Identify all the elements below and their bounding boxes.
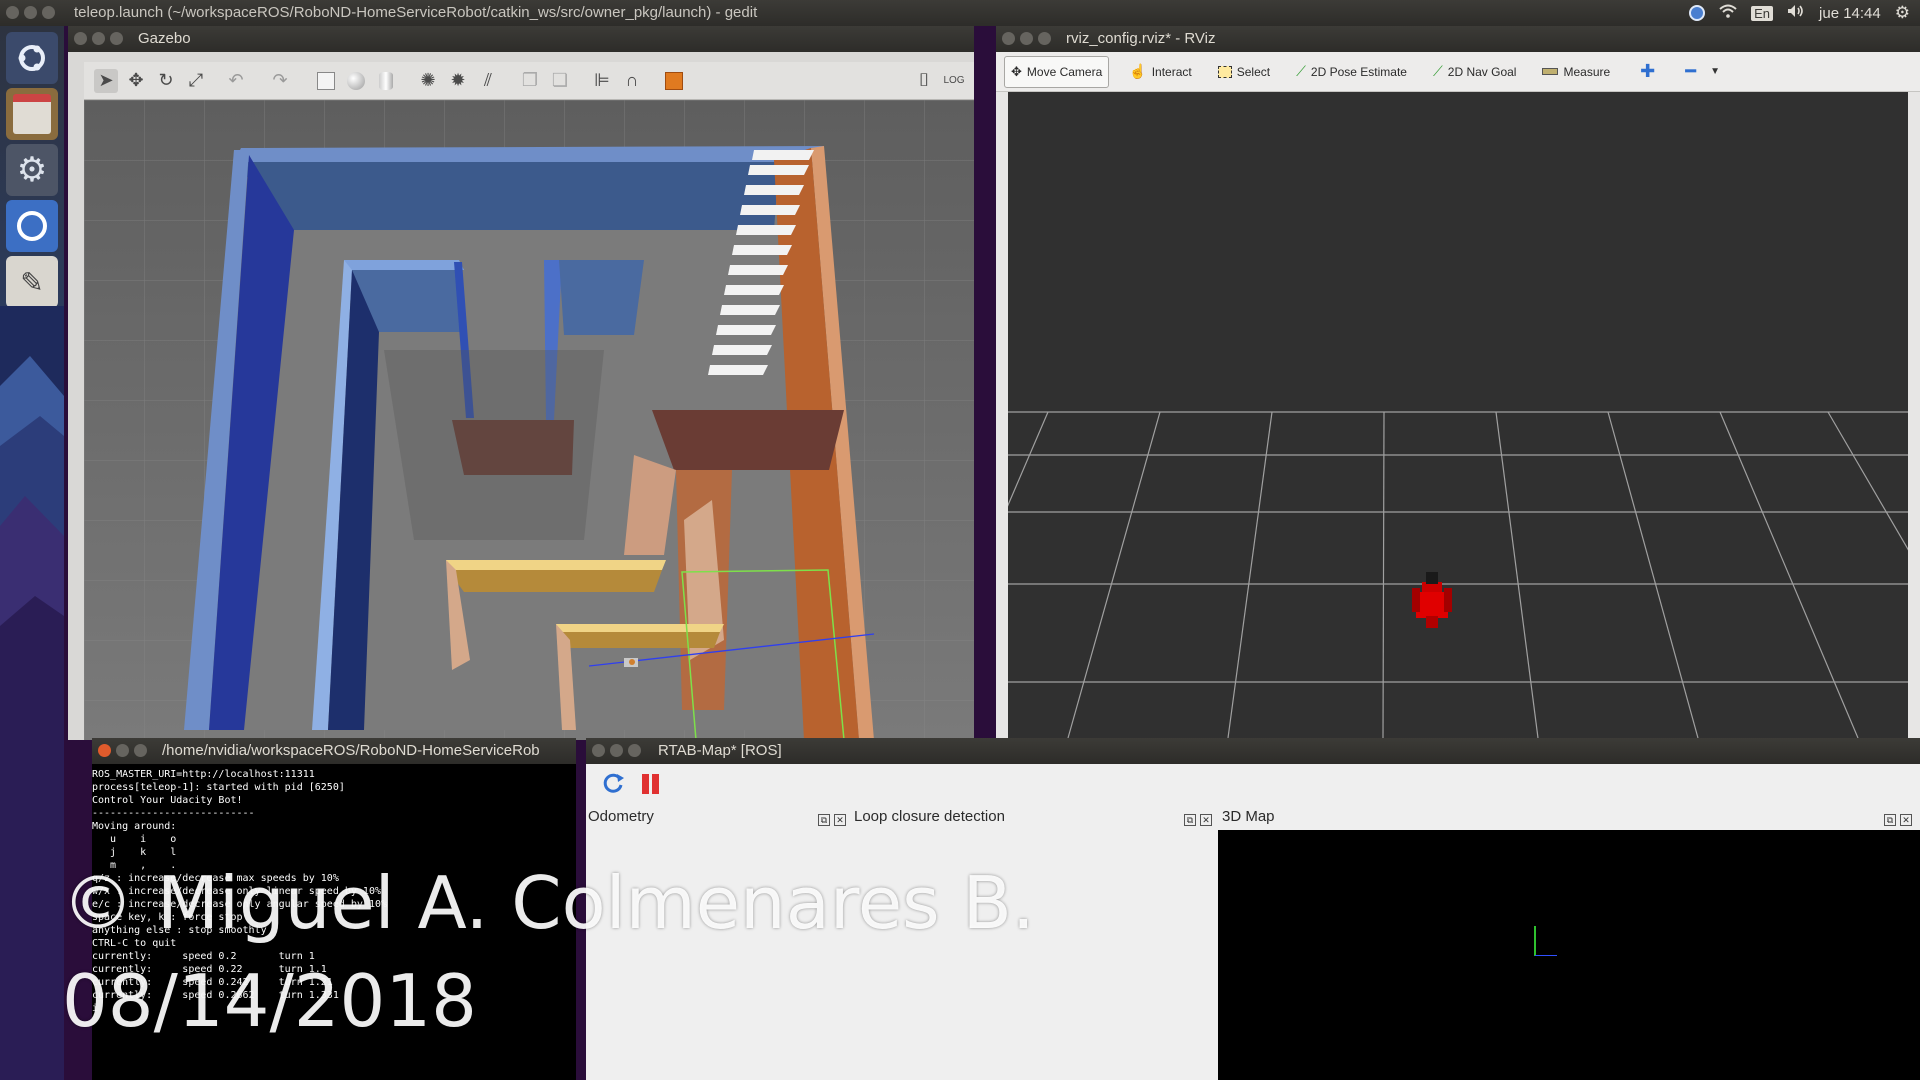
terminal-line: Control Your Udacity Bot! — [92, 795, 243, 806]
terminal-line: u i o — [92, 834, 177, 845]
directional-light-icon[interactable]: ⫽ — [476, 69, 500, 93]
rviz-titlebar[interactable]: rviz_config.rviz* - RViz — [996, 26, 1920, 52]
select-tool[interactable]: Select — [1212, 57, 1276, 87]
select-arrow-icon[interactable]: ➤ — [94, 68, 118, 93]
wallpaper-strip — [0, 306, 64, 1080]
chromium-indicator-icon[interactable] — [1689, 5, 1706, 21]
map3d-pane-controls: ⧉ ✕ — [1880, 810, 1912, 828]
nav-goal-tool[interactable]: ⟋ 2D Nav Goal — [1427, 57, 1523, 87]
terminal-title: /home/nvidia/workspaceROS/RoboND-HomeSer… — [162, 742, 540, 759]
select-icon — [1217, 65, 1232, 78]
close-icon[interactable]: ✕ — [1200, 814, 1212, 826]
measure-icon — [1542, 68, 1559, 75]
interact-tool[interactable]: ☝ Interact — [1123, 57, 1197, 87]
volume-icon[interactable] — [1787, 4, 1805, 22]
rviz-toolbar: ✥ Move Camera ☝ Interact Select ⟋ 2D Pos… — [996, 52, 1920, 92]
rviz-robot-model — [1412, 572, 1452, 628]
move-camera-tool[interactable]: ✥ Move Camera — [1004, 55, 1110, 88]
maximize-window-button[interactable] — [42, 6, 55, 19]
gazebo-title: Gazebo — [138, 30, 191, 47]
files-icon[interactable] — [6, 88, 58, 140]
loop-closure-pane-controls: ⧉ ✕ — [1180, 810, 1212, 828]
float-icon[interactable]: ⧉ — [1884, 814, 1896, 826]
window-title: teleop.launch (~/workspaceROS/RoboND-Hom… — [74, 4, 758, 21]
indicator-area: En jue 14:44 ⚙ — [1689, 0, 1920, 26]
terminal-line: ROS_MASTER_URI=http://localhost:11311 — [92, 769, 315, 780]
translate-icon[interactable]: ✥ — [124, 69, 148, 93]
launcher: ⚙ ✎ — [0, 26, 64, 1080]
settings-icon[interactable]: ⚙ — [6, 144, 58, 196]
terminal-titlebar[interactable]: /home/nvidia/workspaceROS/RoboND-HomeSer… — [92, 738, 576, 764]
watermark-copyright: © Miguel A. Colmenares B. — [62, 861, 1035, 945]
rtabmap-title: RTAB-Map* [ROS] — [658, 742, 782, 759]
terminal-line: Moving around: — [92, 821, 177, 832]
gear-icon[interactable]: ⚙ — [1895, 3, 1910, 23]
cylinder-icon[interactable] — [374, 69, 398, 93]
pause-icon[interactable] — [640, 772, 662, 796]
point-light-icon[interactable]: ✺ — [416, 69, 440, 93]
copy-icon[interactable]: ❐ — [518, 69, 542, 93]
map3d-pane-title: 3D Map — [1222, 808, 1275, 825]
rviz-title: rviz_config.rviz* - RViz — [1066, 30, 1216, 47]
box-icon[interactable] — [314, 69, 338, 93]
terminal-line: process[teleop-1]: started with pid [625… — [92, 782, 345, 793]
wifi-icon[interactable] — [1719, 4, 1737, 22]
rviz-3d-viewport[interactable] — [1008, 92, 1908, 738]
change-view-icon[interactable] — [662, 69, 686, 93]
paste-icon[interactable]: ❏ — [548, 69, 572, 93]
log-icon[interactable]: LOG — [942, 69, 966, 93]
add-tool-icon[interactable]: ✚ — [1640, 61, 1655, 82]
rotate-icon[interactable]: ↻ — [154, 69, 178, 93]
remove-tool-icon[interactable]: ━ — [1685, 61, 1696, 82]
close-icon[interactable]: ✕ — [1900, 814, 1912, 826]
interact-icon: ☝ — [1129, 63, 1147, 79]
terminal-line: --------------------------- — [92, 808, 255, 819]
gazebo-3d-viewport[interactable] — [84, 100, 974, 740]
watermark-date: 08/14/2018 — [62, 959, 477, 1043]
measure-tool[interactable]: Measure — [1536, 57, 1616, 87]
refresh-icon[interactable] — [600, 770, 630, 800]
map3d-viewport[interactable] — [1218, 830, 1920, 1080]
undo-icon[interactable]: ↶ — [224, 69, 248, 93]
pose-estimate-icon: ⟋ — [1296, 63, 1306, 79]
scale-icon[interactable]: ⤢ — [184, 69, 208, 93]
text-editor-icon[interactable]: ✎ — [6, 256, 58, 308]
rviz-right-dock — [1908, 92, 1920, 738]
sphere-icon[interactable] — [344, 69, 368, 93]
close-window-button[interactable] — [6, 6, 19, 19]
rtabmap-titlebar[interactable]: RTAB-Map* [ROS] — [586, 738, 1920, 764]
top-panel: teleop.launch (~/workspaceROS/RoboND-Hom… — [0, 0, 1920, 26]
redo-icon[interactable]: ↷ — [268, 69, 292, 93]
move-camera-icon: ✥ — [1011, 63, 1022, 79]
loop-closure-pane-title: Loop closure detection — [854, 808, 1005, 825]
rviz-grid-scene — [1008, 411, 1908, 738]
keyboard-layout-indicator[interactable]: En — [1751, 5, 1774, 21]
chevron-down-icon[interactable]: ▼ — [1710, 66, 1720, 77]
odometry-pane-title: Odometry — [588, 808, 654, 825]
gazebo-titlebar[interactable]: Gazebo — [68, 26, 974, 52]
align-icon[interactable]: ⊫ — [590, 69, 614, 93]
close-icon[interactable]: ✕ — [834, 814, 846, 826]
odometry-pane-controls: ⧉ ✕ — [814, 810, 846, 828]
minimize-window-button[interactable] — [24, 6, 37, 19]
rviz-left-dock — [996, 92, 1008, 738]
screenshot-icon[interactable]: ⌷ — [912, 69, 936, 93]
clock[interactable]: jue 14:44 — [1819, 5, 1881, 22]
float-icon[interactable]: ⧉ — [1184, 814, 1196, 826]
snap-icon[interactable]: ∩ — [620, 69, 644, 93]
pose-estimate-tool[interactable]: ⟋ 2D Pose Estimate — [1290, 57, 1413, 87]
gazebo-scene — [84, 100, 974, 740]
window-controls — [6, 6, 60, 23]
chromium-icon[interactable] — [6, 200, 58, 252]
float-icon[interactable]: ⧉ — [818, 814, 830, 826]
nav-goal-icon: ⟋ — [1432, 63, 1443, 79]
ubuntu-logo-icon[interactable] — [6, 32, 58, 84]
spot-light-icon[interactable]: ✹ — [446, 69, 470, 93]
gazebo-toolbar: ➤ ✥ ↻ ⤢ ↶ ↷ ✺ ✹ ⫽ ❐ ❏ ⊫ ∩ ⌷ LOG — [84, 62, 974, 100]
